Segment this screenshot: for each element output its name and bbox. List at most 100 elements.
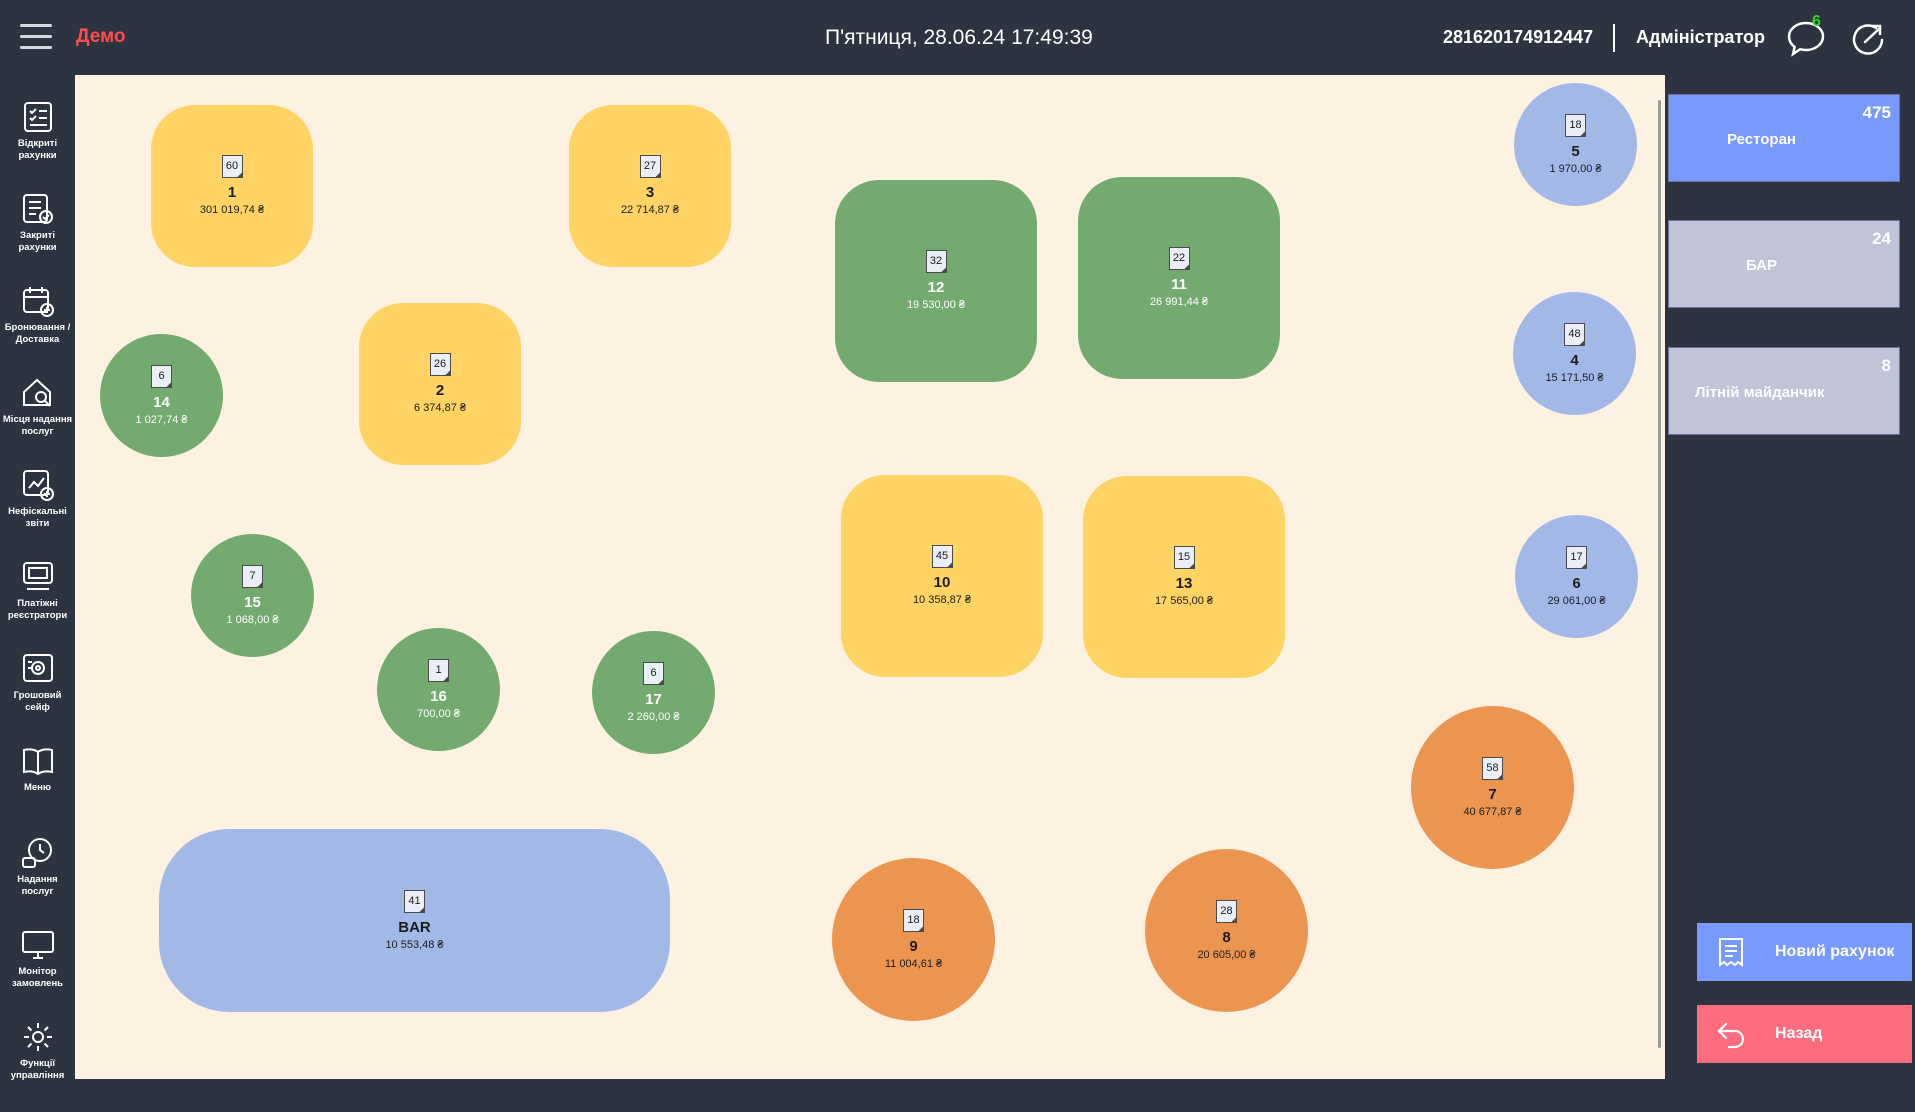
- table-number: 13: [1175, 575, 1193, 592]
- safe-icon: [22, 654, 53, 682]
- hall-count: 475: [1862, 103, 1891, 122]
- terminal-id: 281620174912447: [1443, 27, 1594, 47]
- hall-panel: Ресторан 475 БАР 24 Літній майданчик 8 Н…: [1665, 75, 1915, 1079]
- table-number: 10: [933, 574, 951, 591]
- gear-icon: [23, 1023, 52, 1051]
- table-amount: 700,00 ₴: [417, 707, 460, 720]
- table-10[interactable]: 45 10 10 358,87 ₴: [841, 475, 1043, 677]
- table-number: 4: [1570, 351, 1579, 369]
- table-amount: 1 970,00 ₴: [1549, 162, 1602, 175]
- table-number: 3: [645, 184, 655, 201]
- bill-count-badge: 6: [151, 364, 172, 388]
- table-14[interactable]: 6 14 1 027,74 ₴: [100, 334, 223, 457]
- table-15[interactable]: 7 15 1 068,00 ₴: [191, 534, 314, 657]
- bill-count-badge: 22: [1168, 247, 1190, 270]
- table-number: 2: [435, 382, 445, 399]
- table-number: 15: [244, 593, 261, 611]
- table-amount: 301 019,74 ₴: [199, 204, 265, 216]
- table-4[interactable]: 48 4 15 171,50 ₴: [1513, 292, 1636, 415]
- sidebar-item-safe[interactable]: Грошовий сейф: [0, 652, 75, 744]
- floor-map: 60 1 301 019,74 ₴ 27 3 22 714,87 ₴ 32 12…: [75, 75, 1665, 1079]
- hall-count: 8: [1881, 356, 1891, 375]
- reports-icon: [22, 470, 54, 501]
- floor-scrollbar[interactable]: [1658, 100, 1661, 1048]
- bill-count-badge: 18: [1565, 113, 1586, 137]
- bill-count-badge: 15: [1173, 546, 1195, 569]
- table-number: 14: [153, 393, 170, 411]
- sidebar-item-service-places[interactable]: Місця надання послуг: [0, 376, 75, 468]
- table-amount: 17 565,00 ₴: [1154, 595, 1214, 607]
- table-number: 17: [645, 690, 662, 708]
- sidebar-item-payment-registers[interactable]: Платіжні реєстратори: [0, 560, 75, 652]
- bill-count-badge: 7: [242, 564, 263, 588]
- bill-count-badge: 18: [903, 908, 924, 932]
- sidebar-item-order-monitor[interactable]: Монітор замовлень: [0, 928, 75, 1020]
- table-amount: 20 605,00 ₴: [1197, 948, 1256, 961]
- table-number: 9: [909, 937, 918, 955]
- table-amount: 2 260,00 ₴: [627, 710, 680, 723]
- bill-count-badge: 1: [428, 658, 449, 682]
- table-12[interactable]: 32 12 19 530,00 ₴: [835, 180, 1037, 382]
- table-number: BAR: [398, 918, 431, 936]
- table-5[interactable]: 18 5 1 970,00 ₴: [1514, 83, 1637, 206]
- sidebar-item-reports[interactable]: Нефіскальні звіти: [0, 468, 75, 560]
- table-amount: 11 004,61 ₴: [884, 957, 943, 970]
- demo-label: Демо: [76, 26, 126, 47]
- table-amount: 29 061,00 ₴: [1547, 594, 1606, 607]
- table-11[interactable]: 22 11 26 991,44 ₴: [1078, 177, 1280, 379]
- table-9[interactable]: 18 9 11 004,61 ₴: [832, 858, 995, 1021]
- table-13[interactable]: 15 13 17 565,00 ₴: [1083, 476, 1285, 678]
- hall-tab-bar[interactable]: БАР 24: [1668, 220, 1900, 308]
- top-bar: Демо П'ятниця, 28.06.24 17:49:39 2816201…: [0, 0, 1915, 75]
- table-16[interactable]: 1 16 700,00 ₴: [377, 628, 500, 751]
- sidebar-item-management[interactable]: Функції управління: [0, 1020, 75, 1112]
- table-amount: 1 068,00 ₴: [226, 613, 279, 626]
- payment-register-icon: [22, 562, 53, 590]
- refresh-icon[interactable]: [1848, 18, 1890, 60]
- closed-bills-icon: [22, 194, 53, 224]
- table-17[interactable]: 6 17 2 260,00 ₴: [592, 631, 715, 754]
- hall-tab-restaurant[interactable]: Ресторан 475: [1668, 94, 1900, 182]
- back-button[interactable]: Назад: [1697, 1005, 1912, 1063]
- bill-count-badge: 27: [639, 155, 661, 178]
- header-divider: [1613, 24, 1615, 52]
- sidebar-item-menu[interactable]: Меню: [0, 744, 75, 836]
- table-amount: 10 358,87 ₴: [912, 594, 972, 606]
- table-3[interactable]: 27 3 22 714,87 ₴: [569, 105, 731, 267]
- table-1[interactable]: 60 1 301 019,74 ₴: [151, 105, 313, 267]
- table-number: 11: [1171, 276, 1187, 293]
- bill-count-badge: 32: [925, 250, 947, 273]
- table-number: 8: [1222, 928, 1231, 946]
- table-7[interactable]: 58 7 40 677,87 ₴: [1411, 706, 1574, 869]
- sidebar-item-closed-bills[interactable]: Закриті рахунки: [0, 192, 75, 284]
- table-amount: 40 677,87 ₴: [1463, 805, 1522, 818]
- table-2[interactable]: 26 2 6 374,87 ₴: [359, 303, 521, 465]
- table-number: 7: [1488, 785, 1497, 803]
- booking-calendar-icon: [22, 287, 54, 317]
- bill-count-badge: 17: [1566, 545, 1587, 569]
- table-6[interactable]: 17 6 29 061,00 ₴: [1515, 515, 1638, 638]
- table-number: 6: [1572, 574, 1581, 592]
- table-amount: 10 553,48 ₴: [385, 938, 444, 951]
- bill-count-badge: 58: [1482, 756, 1503, 780]
- table-number: 12: [927, 279, 945, 296]
- table-8[interactable]: 28 8 20 605,00 ₴: [1145, 849, 1308, 1012]
- table-number: 1: [227, 184, 237, 201]
- table-number: 16: [430, 687, 447, 705]
- bill-count-badge: 60: [221, 155, 243, 178]
- hall-name: Літній майданчик: [1695, 384, 1825, 401]
- bill-count-badge: 6: [643, 661, 664, 685]
- back-label: Назад: [1775, 1025, 1823, 1042]
- sidebar-item-booking[interactable]: Бронювання / Доставка: [0, 284, 75, 376]
- service-place-icon: [22, 378, 51, 407]
- sidebar-item-open-bills[interactable]: Відкриті рахунки: [0, 100, 75, 192]
- table-bar[interactable]: 41 BAR 10 553,48 ₴: [159, 829, 670, 1012]
- hall-tab-summer-terrace[interactable]: Літній майданчик 8: [1668, 347, 1900, 435]
- hamburger-menu-icon[interactable]: [20, 24, 52, 50]
- table-amount: 26 991,44 ₴: [1149, 296, 1209, 308]
- notifications-count: 6: [1812, 13, 1821, 30]
- new-bill-button[interactable]: Новий рахунок: [1697, 923, 1912, 981]
- sidebar-item-services[interactable]: Надання послуг: [0, 836, 75, 928]
- table-number: 5: [1571, 142, 1580, 160]
- user-role[interactable]: Адміністратор: [1636, 27, 1765, 48]
